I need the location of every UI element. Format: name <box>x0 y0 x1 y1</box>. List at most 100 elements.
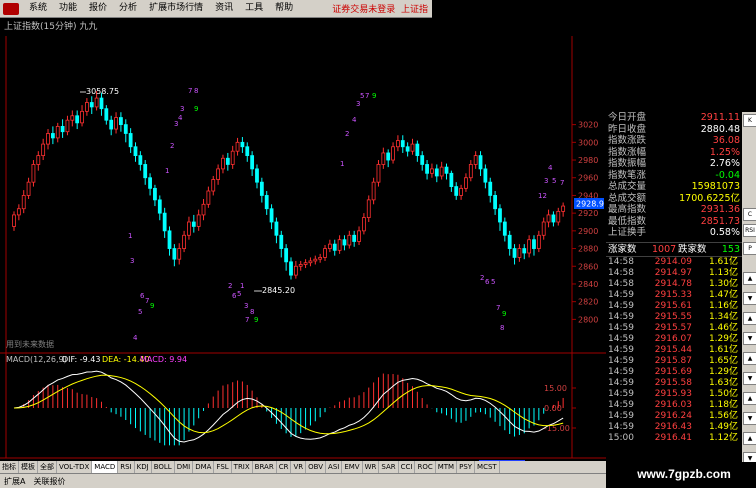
current-price-label: 2928.9 <box>576 200 604 209</box>
signal-mark: 1 <box>240 282 244 290</box>
price-tick-label: 2800 <box>578 315 598 324</box>
candle-up <box>327 243 332 249</box>
candle-up <box>464 177 468 189</box>
tick-time: 14:59 <box>608 290 634 300</box>
indicator-tab-kdj[interactable]: KDJ <box>135 461 152 473</box>
candle-up <box>114 117 118 130</box>
quote-label: 昨日收盘 <box>608 123 647 135</box>
scroll-icon[interactable]: ▼ <box>743 292 756 305</box>
scroll-up-icon-4[interactable]: ▲ <box>743 392 756 405</box>
scroll-icon-2[interactable]: ▼ <box>743 332 756 345</box>
indicator-tab-vr[interactable]: VR <box>291 461 307 473</box>
signal-mark: 8 <box>250 308 254 316</box>
scroll-up-icon-2[interactable]: ▲ <box>743 312 756 325</box>
indicator-tab-cci[interactable]: CCI <box>399 461 416 473</box>
signal-mark: 9 <box>372 92 376 100</box>
candle-down <box>99 97 104 110</box>
tick-time: 14:59 <box>608 312 634 322</box>
candle-up <box>517 248 522 258</box>
signal-mark: 5 <box>491 278 495 286</box>
quote-value: 2880.48 <box>700 123 740 135</box>
candle-down <box>284 248 289 263</box>
tick-time: 14:58 <box>608 279 634 289</box>
indicator-tab-brar[interactable]: BRAR <box>253 461 277 473</box>
tick-price: 2914.09 <box>654 257 692 267</box>
indicator-tab-wr[interactable]: WR <box>363 461 380 473</box>
signal-mark: 9 <box>502 310 506 318</box>
scroll-up-icon[interactable]: ▲ <box>743 272 756 285</box>
scroll-icon-4[interactable]: ▼ <box>743 412 756 425</box>
tick-price: 2915.33 <box>654 290 692 300</box>
indicator-tab-模板[interactable]: 模板 <box>19 461 38 473</box>
scroll-icon-3[interactable]: ▼ <box>743 372 756 385</box>
indicator-tab-sar[interactable]: SAR <box>379 461 399 473</box>
candle-up <box>221 157 225 170</box>
tick-time: 14:58 <box>608 257 634 267</box>
menu-function[interactable]: 功能 <box>53 0 83 17</box>
candle-up <box>94 97 99 108</box>
tick-row: 14:59 2915.93 1.50亿 <box>606 389 742 400</box>
indicator-tab-mtm[interactable]: MTM <box>436 461 458 473</box>
price-axis: 3020300029802960294029202900288028602840… <box>572 121 598 324</box>
indicator-tab-fsl[interactable]: FSL <box>214 461 232 473</box>
tick-volume: 1.30亿 <box>708 279 738 289</box>
kline-chart[interactable]: 7 83 9342113679545 7 9342126 5387 912 6 579843 5 7… <box>0 18 606 476</box>
indicator-tab-emv[interactable]: EMV <box>342 461 363 473</box>
quote-row: 最低指数 2851.73 <box>606 216 742 228</box>
indicator-tab-vol-tdx[interactable]: VOL-TDX <box>57 461 93 473</box>
tick-price: 2915.61 <box>654 301 692 311</box>
tick-time: 14:59 <box>608 334 634 344</box>
tick-time: 14:59 <box>608 345 634 355</box>
indicator-tab-cr[interactable]: CR <box>277 461 292 473</box>
indicator-tab-boll[interactable]: BOLL <box>152 461 175 473</box>
indicator-tab-dmi[interactable]: DMI <box>175 461 194 473</box>
candle-down <box>250 155 255 170</box>
menu-extended-market[interactable]: 扩展市场行情 <box>143 0 209 17</box>
indicator-tab-trix[interactable]: TRIX <box>232 461 253 473</box>
status-linked-quote[interactable]: 关联报价 <box>29 476 69 487</box>
menu-help[interactable]: 帮助 <box>269 0 299 17</box>
candle-up <box>46 133 50 145</box>
login-status[interactable]: 证券交易未登录 上证指 <box>332 2 432 15</box>
indicator-tab-rsi[interactable]: RSI <box>118 461 135 473</box>
menu-tools[interactable]: 工具 <box>239 0 269 17</box>
status-extension-a[interactable]: 扩展A <box>0 476 29 487</box>
scroll-up-icon-3[interactable]: ▲ <box>743 352 756 365</box>
tick-price: 2916.24 <box>654 411 692 421</box>
tick-volume: 1.29亿 <box>708 334 738 344</box>
quote-value: 1700.6225亿 <box>679 192 740 204</box>
quote-row: 昨日收盘 2880.48 <box>606 124 742 136</box>
scroll-up-icon-5[interactable]: ▲ <box>743 432 756 445</box>
menu-bar: 系统 功能 报价 分析 扩展市场行情 资讯 工具 帮助 证券交易未登录 上证指 <box>0 0 432 18</box>
signal-mark: 5 <box>552 177 556 185</box>
indicator-tab-obv[interactable]: OBV <box>306 461 327 473</box>
indicator-tab-asi[interactable]: ASI <box>326 461 343 473</box>
candle-up <box>196 214 201 227</box>
indicator-tab-macd[interactable]: MACD <box>92 461 119 473</box>
candle-up <box>31 164 36 183</box>
chart-title: 上证指数(15分钟) 九九 <box>4 22 98 32</box>
menu-quote[interactable]: 报价 <box>83 0 113 17</box>
indicator-tab-roc[interactable]: ROC <box>415 461 436 473</box>
menu-analysis[interactable]: 分析 <box>113 0 143 17</box>
tick-row: 14:59 2915.61 1.16亿 <box>606 301 742 312</box>
candle-up <box>187 221 191 236</box>
indicator-tab-全部[interactable]: 全部 <box>38 461 57 473</box>
toolbar-button-rsi[interactable]: RSI <box>743 224 756 237</box>
candle-up <box>391 146 395 161</box>
right-toolbar: K C RSI P ▲ ▼ ▲ ▼ ▲ ▼ ▲ ▼ ▲ ▼ <box>742 112 756 472</box>
toolbar-button-c[interactable]: C <box>743 208 756 221</box>
macd-label: MACD(12,26,9) <box>6 355 67 364</box>
indicator-tab-psy[interactable]: PSY <box>457 461 476 473</box>
toolbar-button-k[interactable]: K <box>743 114 756 127</box>
menu-system[interactable]: 系统 <box>23 0 53 17</box>
candle-down <box>138 155 143 165</box>
indicator-tab-指标[interactable]: 指标 <box>0 461 19 473</box>
indicator-tab-dma[interactable]: DMA <box>193 461 215 473</box>
menu-news[interactable]: 资讯 <box>209 0 239 17</box>
candle-up <box>546 214 551 223</box>
trading-terminal: 系统 功能 报价 分析 扩展市场行情 资讯 工具 帮助 证券交易未登录 上证指 … <box>0 0 756 488</box>
quote-row: 总成交量 15981073 <box>606 181 742 193</box>
indicator-tab-mcst[interactable]: MCST <box>475 461 500 473</box>
toolbar-button-p[interactable]: P <box>743 242 756 255</box>
